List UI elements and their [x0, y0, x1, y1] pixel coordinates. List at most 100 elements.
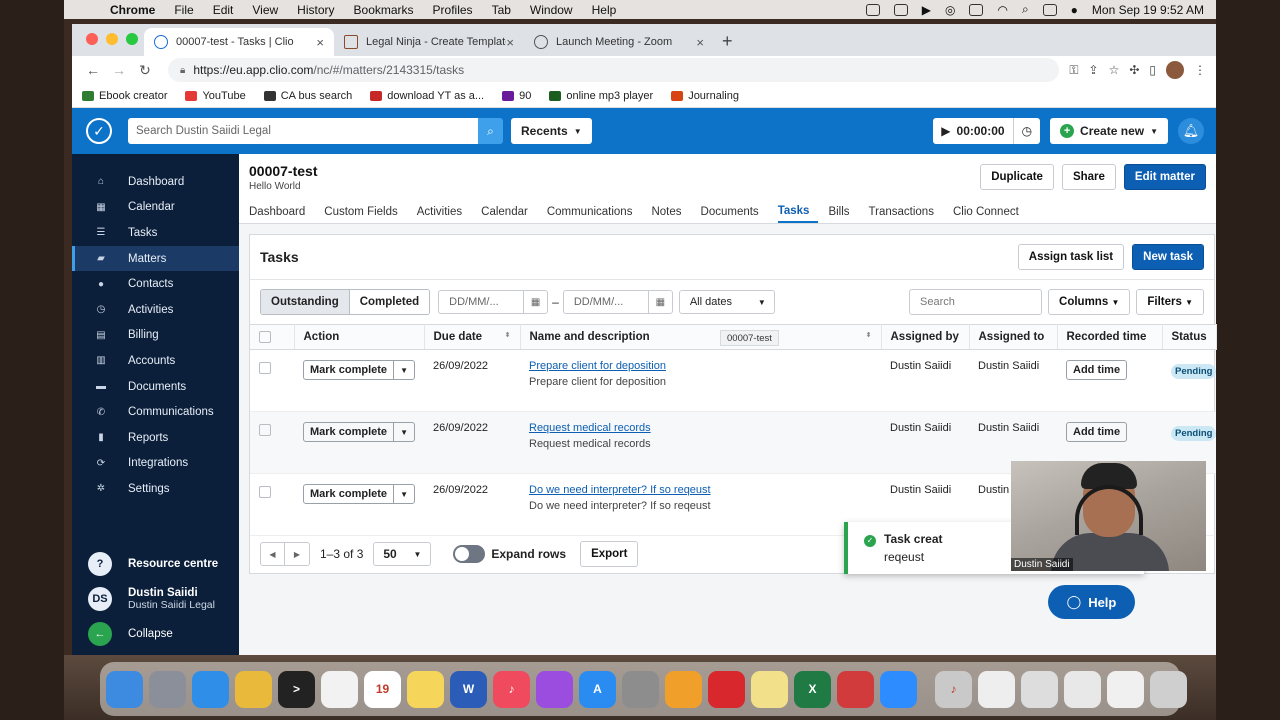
mark-complete-button[interactable]: Mark complete ▼: [303, 360, 416, 380]
menu-view[interactable]: View: [252, 3, 278, 17]
sidebar-item-dashboard[interactable]: ⌂ Dashboard: [72, 169, 239, 195]
minimize-window-button[interactable]: [106, 33, 118, 45]
new-tab-icon[interactable]: +: [722, 31, 733, 52]
browser-tab-zoom[interactable]: Launch Meeting - Zoom ×: [524, 28, 714, 56]
doc-thumb-icon[interactable]: [1064, 670, 1101, 708]
columns-button[interactable]: Columns ▼: [1048, 289, 1131, 315]
key-icon[interactable]: ⚿: [1069, 63, 1078, 78]
export-button[interactable]: Export: [580, 541, 639, 567]
wifi-icon[interactable]: ◠: [997, 3, 1007, 17]
bookmark-item[interactable]: YouTube: [185, 90, 246, 102]
search-icon[interactable]: ⌕: [478, 118, 503, 144]
calendar-icon[interactable]: ▦: [523, 291, 547, 313]
acrobat-icon[interactable]: [708, 670, 745, 708]
new-task-button[interactable]: New task: [1132, 244, 1204, 270]
bookmark-star-icon[interactable]: ☆: [1109, 63, 1120, 77]
tab-clio-connect[interactable]: Clio Connect: [953, 200, 1028, 223]
extensions-icon[interactable]: ✣: [1129, 63, 1139, 77]
edit-matter-button[interactable]: Edit matter: [1123, 164, 1206, 190]
create-new-button[interactable]: + Create new ▼: [1050, 118, 1168, 144]
sort-icon[interactable]: ⬍: [866, 331, 872, 339]
sidebar-item-billing[interactable]: ▤ Billing: [72, 323, 239, 349]
sidebar-item-communications[interactable]: ✆ Communications: [72, 399, 239, 425]
chrome-menu-icon[interactable]: ⋮: [1194, 63, 1206, 77]
timer-history-icon[interactable]: ◷: [1014, 124, 1040, 138]
mark-complete-button[interactable]: Mark complete ▼: [303, 422, 416, 442]
sidebar-item-reports[interactable]: ▮ Reports: [72, 425, 239, 451]
back-icon[interactable]: ←: [82, 62, 104, 78]
menu-edit[interactable]: Edit: [213, 3, 234, 17]
select-all-checkbox[interactable]: [250, 324, 295, 350]
share-page-icon[interactable]: ⇪: [1089, 63, 1099, 77]
expand-rows-toggle[interactable]: [453, 545, 486, 563]
row-checkbox[interactable]: [259, 486, 271, 498]
tab-tasks[interactable]: Tasks: [777, 200, 819, 223]
sidebar-item-documents[interactable]: ▬ Documents: [72, 374, 239, 400]
close-tab-icon[interactable]: ×: [506, 35, 514, 50]
resource-centre-link[interactable]: ? Resource centre: [72, 548, 239, 580]
calendar-icon[interactable]: ▦: [647, 291, 672, 313]
task-name-link[interactable]: Request medical records: [529, 422, 872, 434]
settings-icon[interactable]: [622, 670, 659, 708]
help-button[interactable]: ◯ Help: [1048, 585, 1135, 619]
podcasts-icon[interactable]: [536, 670, 573, 708]
close-window-button[interactable]: [86, 33, 98, 45]
menu-tab[interactable]: Tab: [492, 3, 511, 17]
zoom-window-button[interactable]: [126, 33, 138, 45]
tab-communications[interactable]: Communications: [547, 200, 642, 223]
prev-page-icon[interactable]: ◀: [261, 543, 285, 565]
row-checkbox[interactable]: [259, 424, 271, 436]
menu-help[interactable]: Help: [592, 3, 617, 17]
tab-dashboard[interactable]: Dashboard: [249, 200, 314, 223]
doc-thumb-icon[interactable]: [1021, 670, 1058, 708]
caret-down-icon[interactable]: ▼: [394, 490, 414, 499]
notes-icon[interactable]: [407, 670, 444, 708]
browser-tab-legal-ninja[interactable]: Legal Ninja - Create Template ×: [334, 28, 524, 56]
task-name-link[interactable]: Do we need interpreter? If so reqeust: [529, 484, 872, 496]
share-button[interactable]: Share: [1061, 164, 1116, 190]
global-search-input[interactable]: Search Dustin Saiidi Legal: [128, 118, 478, 144]
clio-logo-icon[interactable]: ✓: [86, 118, 112, 144]
webcam-video[interactable]: Dustin Saiidi: [1011, 461, 1206, 571]
forward-icon[interactable]: →: [108, 62, 130, 78]
siri-icon[interactable]: ●: [1071, 3, 1078, 17]
chrome-icon[interactable]: [235, 670, 272, 708]
sort-icon[interactable]: ⬍: [505, 331, 511, 339]
reload-icon[interactable]: ↻: [134, 62, 156, 79]
battery-icon[interactable]: [969, 3, 984, 16]
task-name-link[interactable]: Prepare client for deposition: [529, 360, 872, 372]
finder-icon[interactable]: [106, 670, 143, 708]
bookmark-item[interactable]: CA bus search: [263, 90, 352, 102]
filters-button[interactable]: Filters ▼: [1136, 289, 1204, 315]
tab-transactions[interactable]: Transactions: [869, 200, 943, 223]
status-icon[interactable]: [893, 3, 908, 16]
menu-file[interactable]: File: [174, 3, 193, 17]
end-date-input[interactable]: DD/MM/... ▦: [562, 290, 673, 314]
stickies-icon[interactable]: [751, 670, 788, 708]
sidebar-item-settings[interactable]: ✲ Settings: [72, 476, 239, 502]
start-date-input[interactable]: DD/MM/... ▦: [438, 290, 549, 314]
add-time-button[interactable]: Add time: [1066, 360, 1128, 380]
close-tab-icon[interactable]: ×: [316, 35, 324, 50]
music-icon[interactable]: ♪: [493, 670, 530, 708]
bookmark-item[interactable]: Journaling: [671, 90, 739, 102]
menu-profiles[interactable]: Profiles: [433, 3, 473, 17]
photos-icon[interactable]: [321, 670, 358, 708]
menu-window[interactable]: Window: [530, 3, 573, 17]
trash-icon[interactable]: [1150, 670, 1187, 708]
duplicate-button[interactable]: Duplicate: [980, 164, 1054, 190]
spotlight-icon[interactable]: ⌕: [1022, 2, 1029, 17]
browser-tab-clio[interactable]: 00007-test - Tasks | Clio ×: [144, 28, 334, 56]
next-page-icon[interactable]: ▶: [285, 543, 309, 565]
caret-down-icon[interactable]: ▼: [394, 366, 414, 375]
col-name[interactable]: Name and description ⬍: [520, 324, 882, 350]
bookmark-item[interactable]: online mp3 player: [549, 90, 653, 102]
close-tab-icon[interactable]: ×: [696, 35, 704, 50]
bookmark-item[interactable]: 90: [502, 90, 531, 102]
tasks-search-input[interactable]: Search: [909, 289, 1043, 315]
caret-down-icon[interactable]: ▼: [394, 428, 414, 437]
per-page-select[interactable]: 50 ▼: [373, 542, 432, 566]
collapse-sidebar-button[interactable]: ← Collapse: [72, 618, 239, 650]
terminal-icon[interactable]: >: [278, 670, 315, 708]
doc-thumb-icon[interactable]: [1107, 670, 1144, 708]
